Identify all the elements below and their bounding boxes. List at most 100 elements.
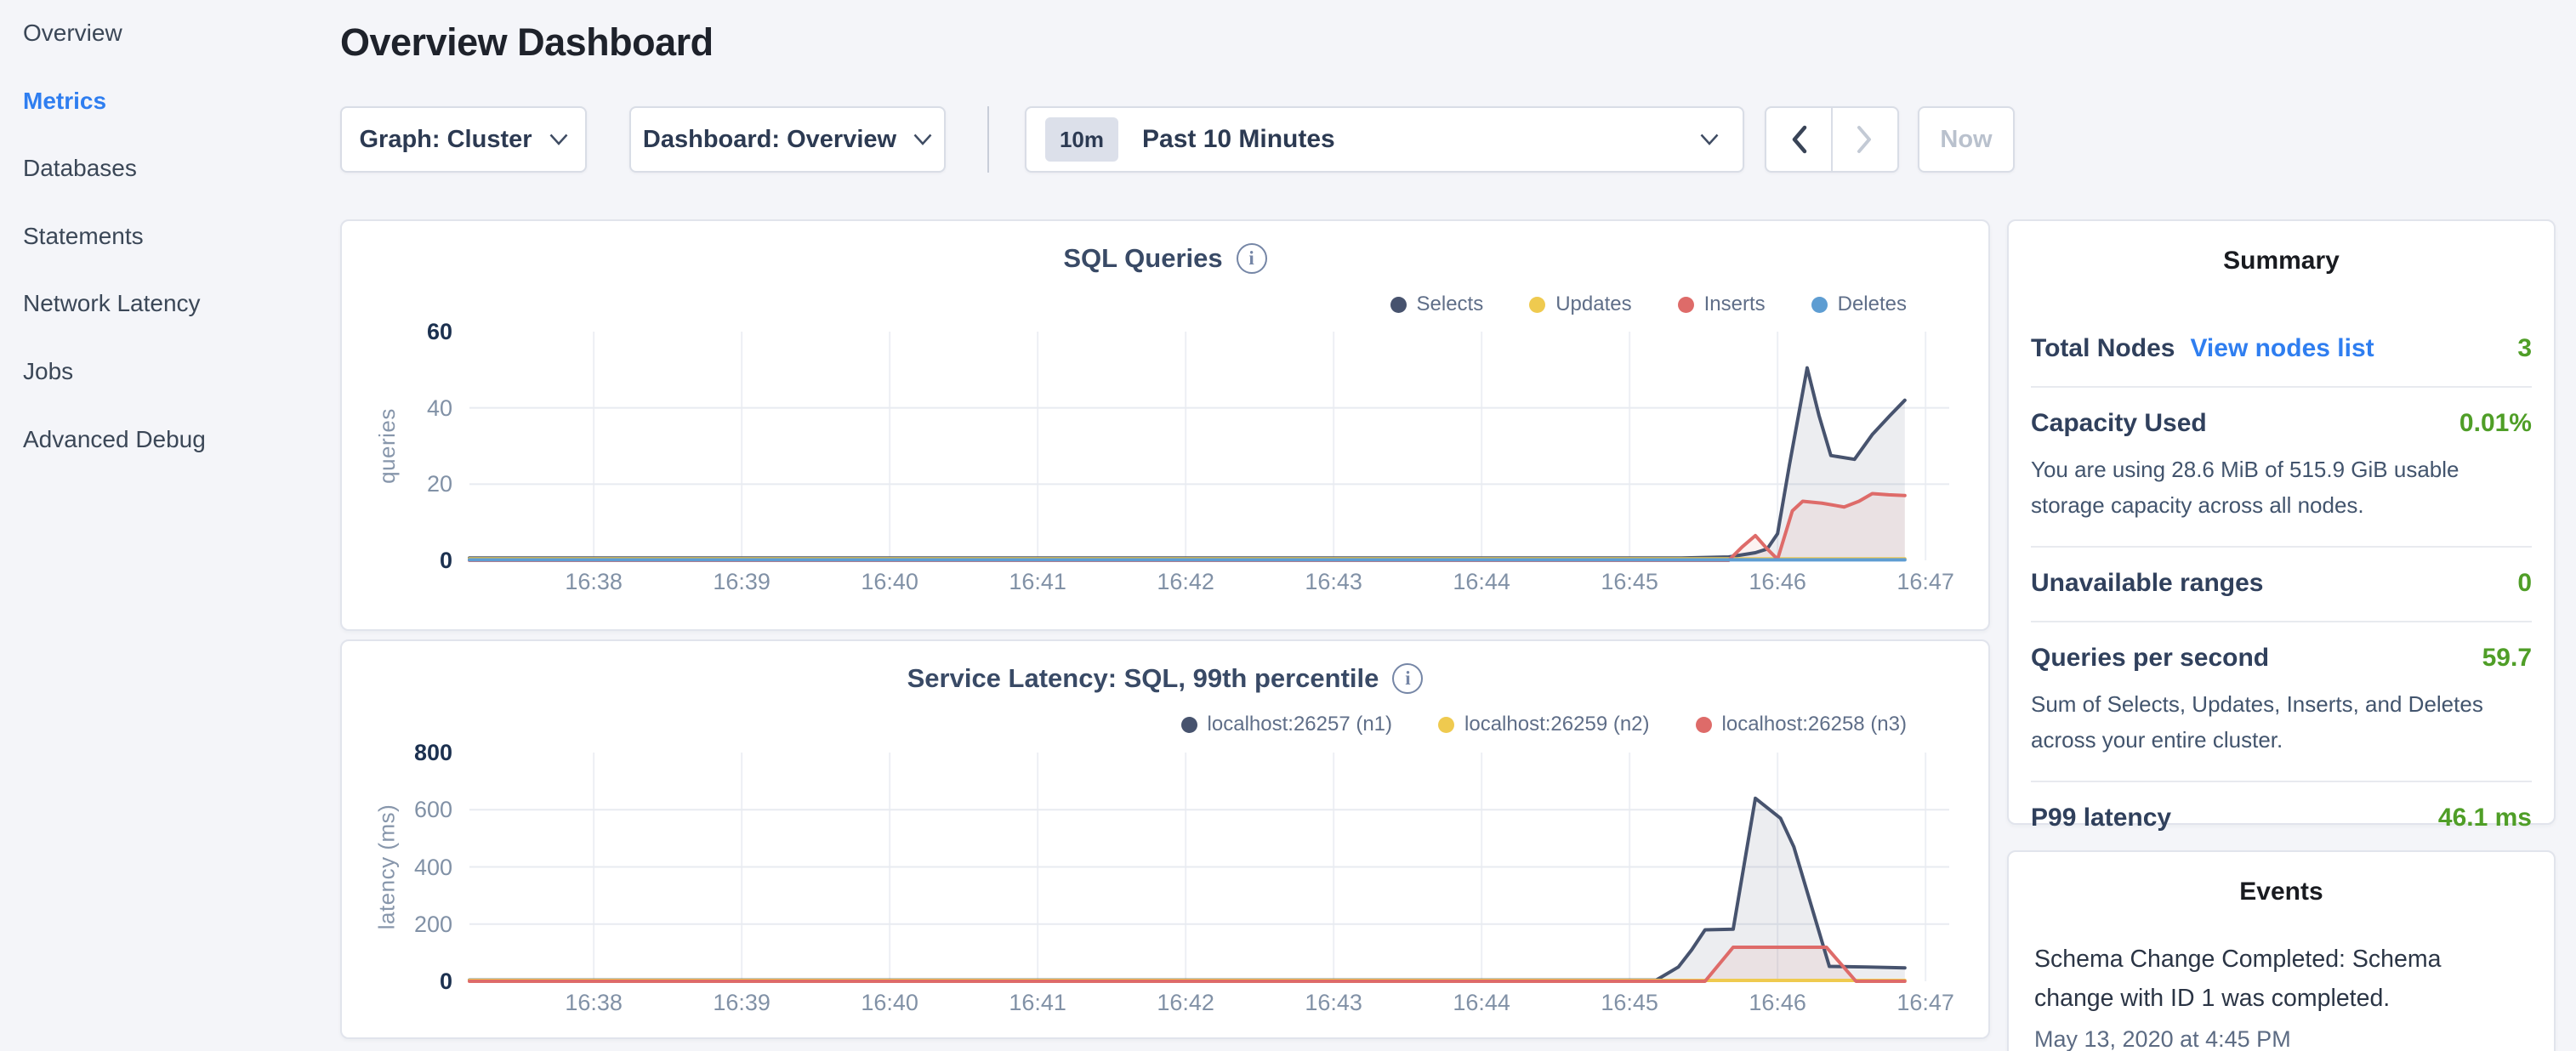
page-title: Overview Dashboard <box>340 20 714 65</box>
y-tick-label: 400 <box>367 852 452 883</box>
x-tick-label: 16:41 <box>987 990 1089 1016</box>
event-timestamp: May 13, 2020 at 4:45 PM <box>2034 1026 2528 1051</box>
x-tick-label: 16:43 <box>1282 569 1385 595</box>
legend-swatch <box>1390 297 1407 313</box>
summary-row-value: 3 <box>2517 334 2532 363</box>
legend-label: localhost:26259 (n2) <box>1464 713 1649 736</box>
x-tick-label: 16:38 <box>543 990 645 1016</box>
summary-row-value: 59.7 <box>2482 644 2532 673</box>
x-tick-label: 16:47 <box>1874 569 1976 595</box>
x-tick-label: 16:41 <box>987 569 1089 595</box>
summary-row-unavailable-ranges: Unavailable ranges 0 <box>2031 548 2532 622</box>
now-button[interactable]: Now <box>1918 106 2015 173</box>
sidebar-item-network-latency[interactable]: Network Latency <box>23 287 201 320</box>
service-latency-plot-area[interactable]: 020040060080016:3816:3916:4016:4116:4216… <box>469 753 1949 981</box>
sidebar-item-jobs[interactable]: Jobs <box>23 355 73 388</box>
y-tick-label: 0 <box>367 966 452 997</box>
now-button-label: Now <box>1940 126 1992 154</box>
y-tick-label: 0 <box>367 545 452 576</box>
legend-swatch <box>1438 717 1454 733</box>
legend-swatch <box>1678 297 1694 313</box>
legend-label: Inserts <box>1704 293 1766 316</box>
y-tick-label: 800 <box>367 737 452 768</box>
chart-legend: Selects Updates Inserts Deletes <box>1390 293 1908 316</box>
sidebar-item-databases[interactable]: Databases <box>23 152 137 185</box>
graph-scope-label: Graph: Cluster <box>359 126 532 154</box>
service-latency-chart-card: Service Latency: SQL, 99th percentile i … <box>340 639 1990 1039</box>
summary-title: Summary <box>2009 247 2554 276</box>
legend-label: Selects <box>1417 293 1484 316</box>
legend-item[interactable]: localhost:26257 (n1) <box>1181 713 1392 736</box>
sql-queries-chart-card: SQL Queries i Selects Updates Inserts Delet… <box>340 219 1990 631</box>
summary-row-value: 0 <box>2517 569 2532 598</box>
legend-item[interactable]: Inserts <box>1678 293 1766 316</box>
events-panel: Events Schema Change Completed: Schema c… <box>2007 850 2556 1051</box>
summary-row-label: Queries per second <box>2031 644 2269 673</box>
legend-swatch <box>1181 717 1197 733</box>
view-nodes-list-link[interactable]: View nodes list <box>2190 334 2374 363</box>
summary-row-value: 0.01% <box>2459 409 2532 438</box>
y-tick-label: 200 <box>367 909 452 940</box>
x-tick-label: 16:44 <box>1430 990 1533 1016</box>
summary-row-label: Capacity Used <box>2031 409 2207 438</box>
event-text: Schema Change Completed: Schema change w… <box>2034 940 2453 1018</box>
toolbar-divider <box>987 106 989 173</box>
time-range-badge: 10m <box>1045 117 1118 162</box>
summary-row-value: 46.1 ms <box>2438 804 2532 832</box>
y-tick-label: 60 <box>367 316 452 347</box>
summary-row-capacity-used: Capacity Used 0.01% You are using 28.6 M… <box>2031 388 2532 548</box>
sidebar-item-statements[interactable]: Statements <box>23 220 144 253</box>
x-tick-label: 16:39 <box>691 990 793 1016</box>
chart-title: SQL Queries <box>1063 243 1222 274</box>
time-range-selector[interactable]: 10m Past 10 Minutes <box>1025 106 1744 173</box>
x-tick-label: 16:40 <box>839 990 941 1016</box>
legend-item[interactable]: localhost:26258 (n3) <box>1696 713 1907 736</box>
sidebar-item-advanced-debug[interactable]: Advanced Debug <box>23 423 206 456</box>
next-time-range-button[interactable] <box>1833 108 1897 171</box>
legend-swatch <box>1529 297 1545 313</box>
time-step-group <box>1765 106 1899 173</box>
x-tick-label: 16:46 <box>1726 990 1828 1016</box>
legend-swatch <box>1811 297 1828 313</box>
summary-panel: Summary Total Nodes View nodes list 3 Ca… <box>2007 219 2556 825</box>
y-tick-label: 600 <box>367 794 452 825</box>
legend-item[interactable]: localhost:26259 (n2) <box>1438 713 1649 736</box>
y-axis-title: queries <box>364 332 410 560</box>
x-tick-label: 16:44 <box>1430 569 1533 595</box>
y-tick-label: 20 <box>367 469 452 499</box>
chevron-right-icon <box>1855 124 1875 155</box>
summary-row-subtext: Sum of Selects, Updates, Inserts, and De… <box>2031 686 2532 758</box>
chart-title: Service Latency: SQL, 99th percentile <box>907 663 1379 694</box>
chevron-left-icon <box>1788 124 1809 155</box>
legend-label: Updates <box>1555 293 1631 316</box>
legend-label: localhost:26258 (n3) <box>1722 713 1907 736</box>
sidebar-item-overview[interactable]: Overview <box>23 17 122 49</box>
time-range-label: Past 10 Minutes <box>1142 125 1683 154</box>
summary-row-label: Total Nodes <box>2031 334 2175 363</box>
info-icon[interactable]: i <box>1237 243 1267 274</box>
x-tick-label: 16:45 <box>1578 990 1680 1016</box>
dashboard-dropdown[interactable]: Dashboard: Overview <box>629 106 946 173</box>
chevron-down-icon <box>1700 134 1719 145</box>
events-title: Events <box>2009 878 2554 906</box>
event-list-item[interactable]: Schema Change Completed: Schema change w… <box>2034 940 2528 1051</box>
y-tick-label: 40 <box>367 393 452 423</box>
sql-queries-plot-area[interactable]: 020406016:3816:3916:4016:4116:4216:4316:… <box>469 332 1949 560</box>
info-icon[interactable]: i <box>1392 663 1423 694</box>
x-tick-label: 16:45 <box>1578 569 1680 595</box>
x-tick-label: 16:47 <box>1874 990 1976 1016</box>
legend-item[interactable]: Deletes <box>1811 293 1907 316</box>
chevron-down-icon <box>549 134 568 145</box>
sidebar-item-metrics[interactable]: Metrics <box>23 85 106 117</box>
legend-label: localhost:26257 (n1) <box>1208 713 1392 736</box>
chart-legend: localhost:26257 (n1) localhost:26259 (n2)… <box>1181 713 1907 736</box>
x-tick-label: 16:38 <box>543 569 645 595</box>
summary-row-label: Unavailable ranges <box>2031 569 2263 598</box>
legend-item[interactable]: Updates <box>1529 293 1631 316</box>
summary-row-subtext: You are using 28.6 MiB of 515.9 GiB usab… <box>2031 452 2532 523</box>
legend-item[interactable]: Selects <box>1390 293 1484 316</box>
previous-time-range-button[interactable] <box>1766 108 1833 171</box>
graph-scope-dropdown[interactable]: Graph: Cluster <box>340 106 587 173</box>
chevron-down-icon <box>913 134 932 145</box>
x-tick-label: 16:46 <box>1726 569 1828 595</box>
